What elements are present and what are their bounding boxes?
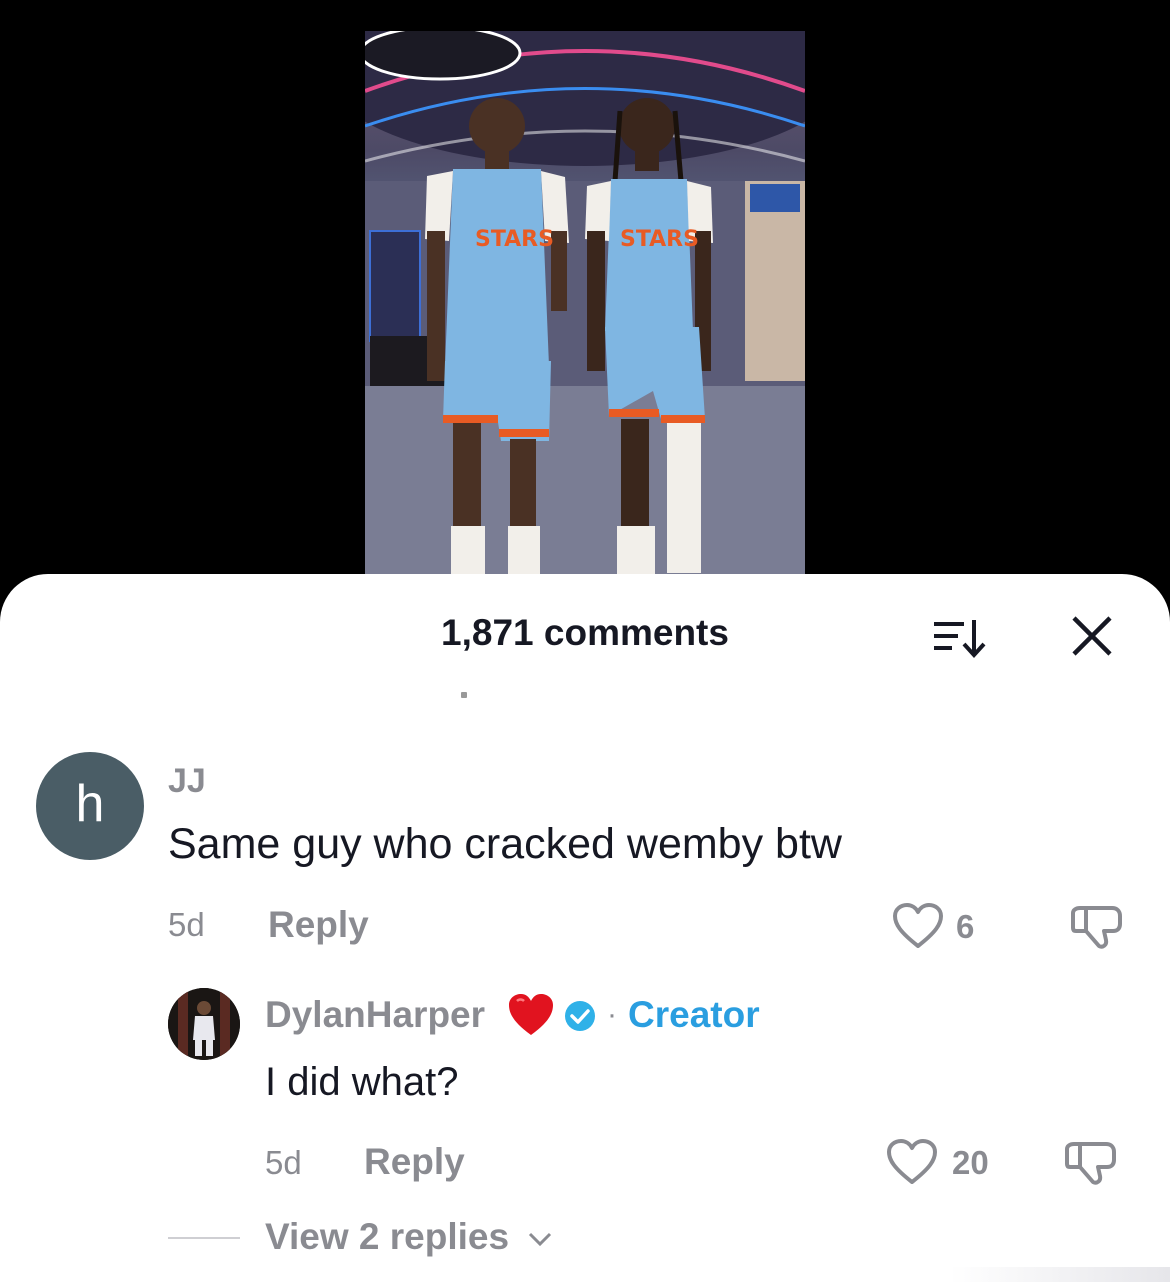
comment-username[interactable]: JJ (168, 762, 206, 801)
heart-icon[interactable] (886, 1138, 938, 1186)
heart-icon[interactable] (892, 902, 944, 950)
reply-avatar[interactable] (168, 988, 240, 1060)
comments-count-title: 1,871 comments (441, 612, 729, 653)
view-replies-button[interactable]: View 2 replies (265, 1216, 553, 1258)
close-icon[interactable] (1070, 614, 1114, 658)
chevron-down-icon (529, 1233, 552, 1247)
video-scene: STARS STARS (365, 31, 805, 574)
separator-dot: · (607, 998, 617, 1031)
comment-text: Same guy who cracked wemby btw (168, 820, 842, 868)
creator-label: Creator (628, 994, 760, 1035)
reply-age: 5d (265, 1144, 302, 1181)
reply-like-count: 20 (952, 1144, 989, 1181)
home-indicator (950, 1267, 1170, 1282)
sort-down-icon[interactable] (930, 616, 988, 660)
video-area[interactable]: STARS STARS (0, 0, 1170, 600)
svg-text:STARS: STARS (475, 227, 554, 252)
verified-check-icon (565, 1001, 595, 1031)
thread-divider (168, 1237, 240, 1239)
reply-avatar-photo (168, 988, 240, 1060)
comment-like-count: 6 (956, 908, 975, 945)
dislike-icon[interactable] (1064, 1140, 1118, 1186)
reply-text: I did what? (265, 1060, 459, 1104)
red-heart-emoji-icon (509, 994, 553, 1035)
svg-text:STARS: STARS (620, 227, 699, 252)
dislike-icon[interactable] (1070, 904, 1124, 950)
reply-reply-button[interactable]: Reply (364, 1141, 465, 1183)
avatar[interactable]: h (36, 752, 144, 860)
loading-dot (461, 692, 467, 698)
video-thumbnail[interactable]: STARS STARS (365, 31, 805, 574)
comment-age: 5d (168, 906, 205, 943)
comments-sheet: 1,871 comments h JJ Same guy who cracked… (0, 574, 1170, 1282)
avatar-letter: h (75, 775, 105, 833)
reply-username[interactable]: DylanHarper (265, 994, 485, 1036)
comment-reply-button[interactable]: Reply (268, 904, 369, 946)
view-replies-label: View 2 replies (265, 1216, 510, 1257)
